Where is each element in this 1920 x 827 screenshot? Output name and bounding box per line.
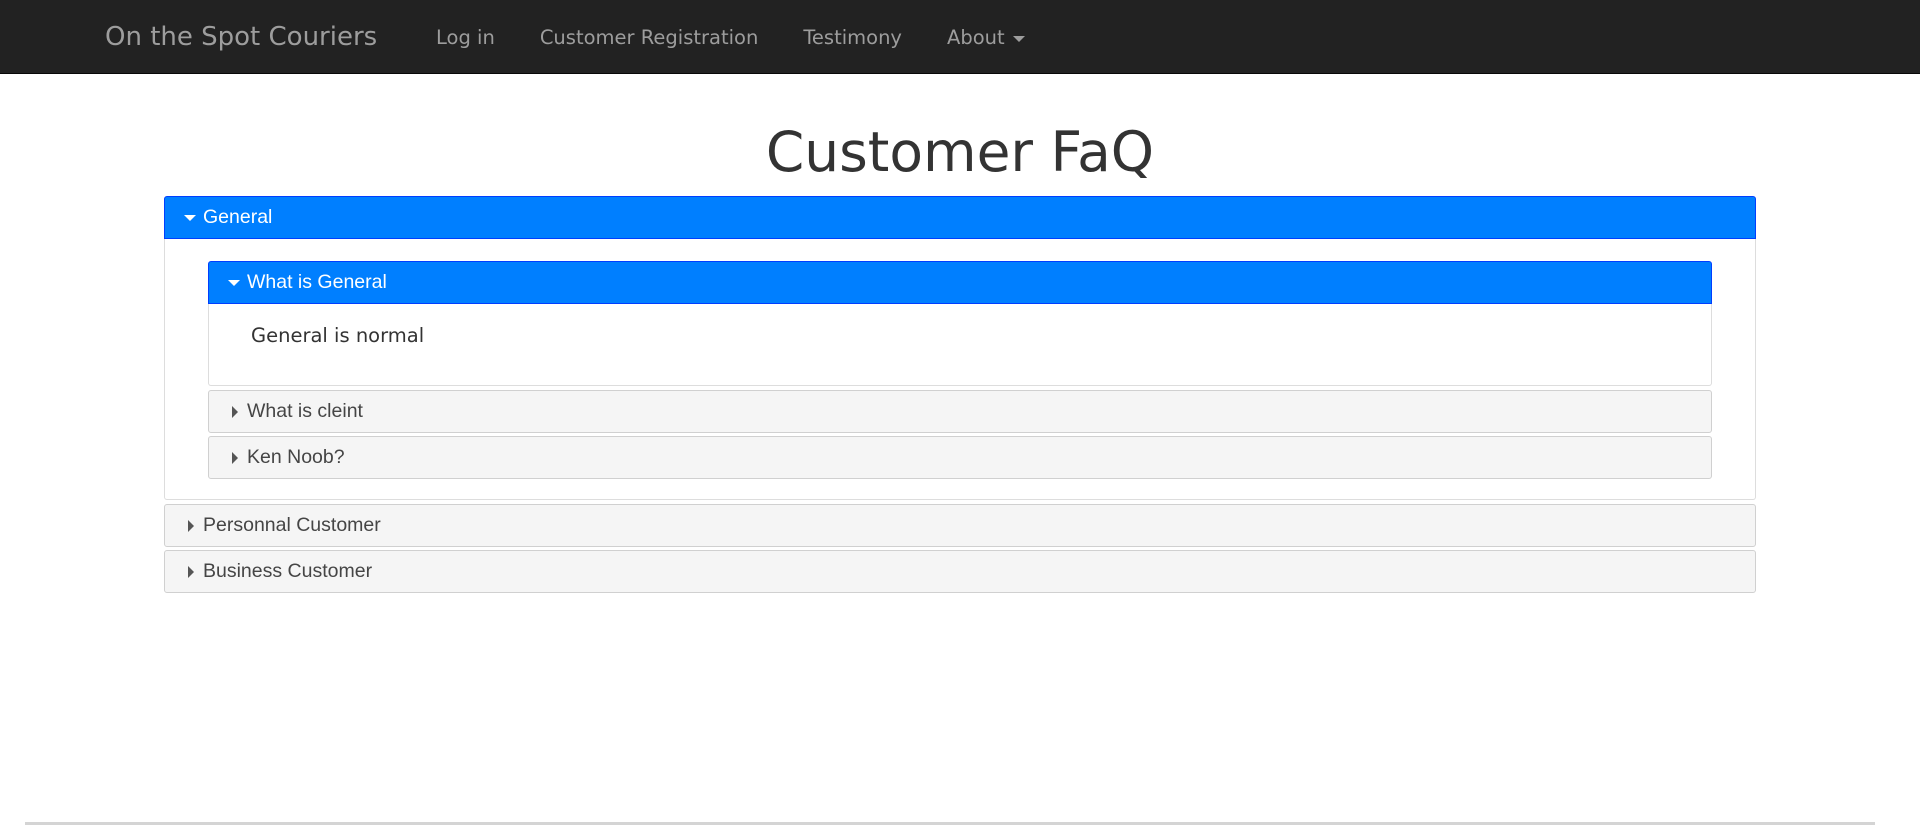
- horizontal-scrollbar[interactable]: [25, 822, 1875, 825]
- section-body-general: What is General General is normal What i…: [164, 239, 1756, 500]
- answer-text: General is normal: [251, 324, 425, 347]
- nav-links: Log in Customer Registration Testimony A…: [436, 0, 1070, 74]
- answer-what-is-general: General is normal: [208, 304, 1712, 386]
- section-header-business-customer[interactable]: Business Customer: [164, 550, 1756, 593]
- question-header-ken-noob[interactable]: Ken Noob?: [208, 436, 1712, 479]
- nav-about-dropdown[interactable]: About: [947, 26, 1025, 49]
- triangle-down-icon: [184, 214, 196, 221]
- navbar: On the Spot Couriers Log in Customer Reg…: [0, 0, 1920, 74]
- question-title: What is General: [247, 271, 387, 293]
- triangle-right-icon: [232, 405, 238, 418]
- question-header-what-is-general[interactable]: What is General: [208, 261, 1712, 304]
- triangle-right-icon: [188, 565, 194, 578]
- caret-down-icon: [1012, 35, 1025, 42]
- faq-accordion: General What is General General is norma…: [164, 196, 1756, 593]
- question-title: Ken Noob?: [247, 446, 345, 468]
- section-header-personnal-customer[interactable]: Personnal Customer: [164, 504, 1756, 547]
- nav-customer-registration-link[interactable]: Customer Registration: [540, 26, 759, 49]
- section-title: General: [203, 206, 273, 228]
- section-title: Personnal Customer: [203, 514, 381, 536]
- triangle-down-icon: [228, 279, 240, 286]
- nav-about-label: About: [946, 25, 1005, 49]
- nav-testimony-link[interactable]: Testimony: [803, 26, 902, 49]
- triangle-right-icon: [188, 519, 194, 532]
- nav-login-link[interactable]: Log in: [436, 26, 495, 49]
- triangle-right-icon: [232, 451, 238, 464]
- section-header-general[interactable]: General: [164, 196, 1756, 239]
- page-title: Customer FaQ: [765, 120, 1155, 184]
- question-title: What is cleint: [247, 400, 363, 422]
- section-title: Business Customer: [203, 560, 373, 582]
- brand-link[interactable]: On the Spot Couriers: [105, 0, 377, 74]
- question-header-what-is-cleint[interactable]: What is cleint: [208, 390, 1712, 433]
